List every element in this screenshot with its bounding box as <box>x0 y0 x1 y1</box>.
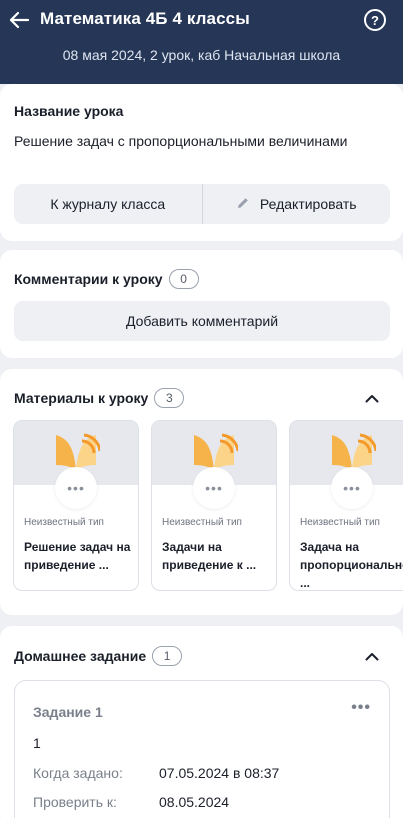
help-icon[interactable]: ? <box>364 9 386 31</box>
lesson-name-value: Решение задач с пропорциональными величи… <box>14 133 348 149</box>
page-title: Математика 4Б 4 классы <box>40 9 250 28</box>
comments-card: Комментарии к уроку 0 Добавить комментар… <box>0 250 403 358</box>
check-row: Проверить к: 08.05.2024 <box>33 794 229 810</box>
top-bar: Математика 4Б 4 классы ? 08 мая 2024, 2 … <box>0 0 403 84</box>
comments-title: Комментарии к уроку <box>14 271 163 287</box>
task-body: 1 <box>33 735 41 751</box>
add-comment-label: Добавить комментарий <box>125 313 279 329</box>
task-title: Задание 1 <box>33 704 103 720</box>
homework-header: Домашнее задание 1 <box>14 646 183 666</box>
materials-title: Материалы к уроку <box>14 390 149 406</box>
material-card[interactable]: ••• Неизвестный тип Задачи на приведение… <box>151 420 277 591</box>
lesson-actions: К журналу класса Редактировать <box>14 184 390 224</box>
lesson-name-label: Название урока <box>14 103 124 119</box>
edit-button-label: Редактировать <box>259 196 357 212</box>
material-type: Неизвестный тип <box>162 517 242 528</box>
check-label: Проверить к: <box>33 794 117 810</box>
homework-card: Домашнее задание 1 Задание 1 ••• 1 Когда… <box>0 626 403 818</box>
lesson-card: Название урока Решение задач с пропорцио… <box>0 84 403 241</box>
pencil-icon <box>236 196 250 213</box>
more-dots-icon[interactable]: ••• <box>193 467 235 509</box>
lesson-subtitle: 08 мая 2024, 2 урок, каб Начальная школа <box>62 47 341 63</box>
comments-count-badge: 0 <box>168 269 199 289</box>
material-type: Неизвестный тип <box>300 517 380 528</box>
materials-count-badge: 3 <box>154 388 185 408</box>
more-dots-icon[interactable]: ••• <box>331 467 373 509</box>
material-name: Задача на пропорциональное ... <box>300 540 403 590</box>
material-name: Задачи на приведение к ... <box>162 540 257 572</box>
more-dots-icon[interactable]: ••• <box>55 467 97 509</box>
add-comment-button[interactable]: Добавить комментарий <box>14 301 390 341</box>
back-arrow-icon[interactable] <box>6 6 32 34</box>
journal-button[interactable]: К журналу класса <box>14 184 202 224</box>
assigned-label: Когда задано: <box>33 765 123 781</box>
journal-button-label: К журналу класса <box>50 196 166 212</box>
homework-task-card[interactable]: Задание 1 ••• 1 Когда задано: 07.05.2024 … <box>14 680 390 818</box>
assigned-row: Когда задано: 07.05.2024 в 08:37 <box>33 765 279 781</box>
comments-header: Комментарии к уроку 0 <box>14 269 199 289</box>
homework-title: Домашнее задание <box>14 648 147 664</box>
materials-card: Материалы к уроку 3 ••• Неизвестный тип … <box>0 369 403 615</box>
materials-header: Материалы к уроку 3 <box>14 388 185 408</box>
material-card[interactable]: ••• Неизвестный тип Решение задач на при… <box>13 420 139 591</box>
homework-count-badge: 1 <box>152 646 183 666</box>
material-type: Неизвестный тип <box>24 517 104 528</box>
chevron-up-icon[interactable] <box>365 391 379 405</box>
check-value: 08.05.2024 <box>159 794 230 810</box>
more-dots-icon[interactable]: ••• <box>351 699 371 717</box>
material-name: Решение задач на приведение ... <box>24 540 131 572</box>
material-card[interactable]: ••• Неизвестный тип Задача на пропорцион… <box>289 420 403 591</box>
edit-button[interactable]: Редактировать <box>203 184 391 224</box>
assigned-value: 07.05.2024 в 08:37 <box>159 765 280 781</box>
chevron-up-icon[interactable] <box>365 649 379 663</box>
